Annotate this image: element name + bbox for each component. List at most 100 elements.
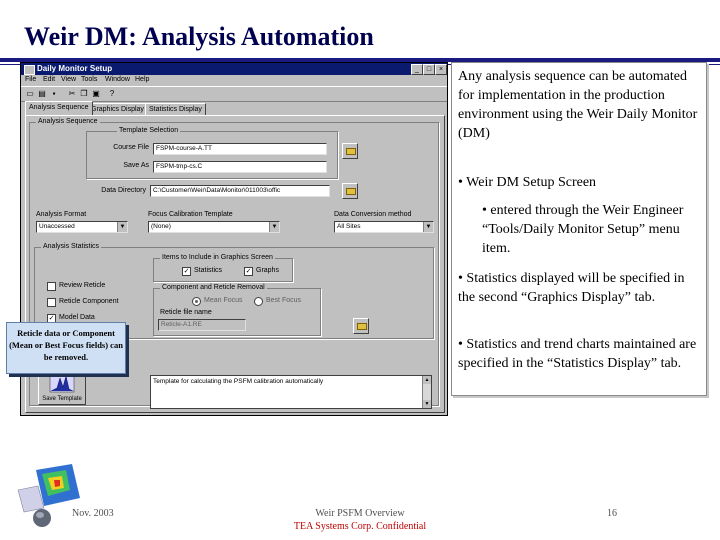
toolbar: ▭ ▤ ▪ ✂ ❐ ▣ ? — [21, 86, 447, 102]
description-text: Template for calculating the PSFM calibr… — [153, 378, 324, 385]
bullet-text: Statistics and trend charts maintained a… — [458, 337, 697, 371]
scroll-down-icon[interactable]: ▼ — [423, 400, 431, 408]
open-icon[interactable]: ▤ — [37, 89, 47, 99]
minimize-button[interactable]: _ — [411, 64, 423, 75]
review-reticle-checkbox[interactable] — [47, 282, 56, 291]
browse-data-directory-button[interactable] — [342, 183, 358, 199]
analysis-format-value: Unaccessed — [39, 223, 75, 230]
review-reticle-label: Review Reticle — [59, 282, 106, 289]
component-removal-group: Component and Reticle Removal Mean Focus… — [153, 284, 321, 336]
template-selection-group: Template Selection Course File FSPM-cour… — [86, 127, 338, 179]
window-title: Daily Monitor Setup — [37, 64, 113, 73]
bullet-item-graphics-display: • Statistics displayed will be specified… — [458, 269, 702, 307]
copy-icon[interactable]: ❐ — [79, 89, 89, 99]
bullet-text: Weir DM Setup Screen — [466, 175, 597, 190]
bullet-text: Any analysis sequence can be automated f… — [458, 69, 698, 141]
course-file-label: Course File — [113, 144, 149, 151]
statistics-checkbox[interactable]: ✓ — [182, 267, 191, 276]
data-directory-label: Data Directory — [101, 187, 146, 194]
bullet-item-menu-entry: • entered through the Weir Engineer “Too… — [482, 201, 700, 258]
focus-calibration-value: (None) — [151, 223, 171, 230]
analysis-statistics-label: Analysis Statistics — [41, 243, 102, 250]
cut-icon[interactable]: ✂ — [67, 89, 77, 99]
analysis-format-select[interactable]: Unaccessed ▼ — [36, 221, 128, 233]
new-icon[interactable]: ▭ — [25, 89, 35, 99]
company-logo — [17, 464, 80, 527]
browse-course-file-button[interactable] — [342, 143, 358, 159]
folder-icon — [346, 188, 356, 195]
help-icon[interactable]: ? — [107, 89, 117, 99]
bullet-item-intro: Any analysis sequence can be automated f… — [458, 67, 702, 143]
memo-scrollbar[interactable]: ▲ ▼ — [422, 376, 431, 408]
save-as-field[interactable]: FSPM-tmp-cs.C — [153, 161, 327, 173]
data-directory-field[interactable]: C:\Customer\Weir\Data\Monitor\011003\off… — [150, 185, 330, 197]
focus-calibration-select[interactable]: (None) ▼ — [148, 221, 280, 233]
save-icon[interactable]: ▪ — [49, 89, 59, 99]
model-data-label: Model Data — [59, 314, 95, 321]
graphs-checkbox[interactable]: ✓ — [244, 267, 253, 276]
data-conversion-select[interactable]: All Sites ▼ — [334, 221, 434, 233]
save-template-button[interactable]: Save Template — [38, 369, 86, 405]
maximize-button[interactable]: □ — [423, 64, 435, 75]
bullet-glyph: • — [458, 271, 463, 286]
footer-confidential: TEA Systems Corp. Confidential — [293, 521, 427, 532]
page-number: 16 — [607, 508, 617, 519]
bullet-item-setup-screen: • Weir DM Setup Screen — [458, 173, 702, 192]
scroll-up-icon[interactable]: ▲ — [423, 376, 431, 384]
footer-date: Nov. 2003 — [72, 508, 114, 519]
reticle-callout: Reticle data or Component (Mean or Best … — [6, 322, 126, 374]
bullet-text: Statistics displayed will be specified i… — [458, 271, 685, 305]
course-file-field[interactable]: FSPM-course-A.TT — [153, 143, 327, 155]
menu-bar: File Edit View Tools Window Help — [21, 75, 447, 86]
tab-statistics-display[interactable]: Statistics Display — [145, 103, 206, 115]
bullet-item-statistics-display: • Statistics and trend charts maintained… — [458, 335, 702, 373]
template-selection-label: Template Selection — [117, 127, 181, 134]
app-icon — [24, 65, 35, 75]
statistics-label: Statistics — [194, 267, 223, 274]
graphs-label: Graphs — [256, 267, 279, 274]
bullet-text-box: Any analysis sequence can be automated f… — [451, 62, 707, 396]
bullet-text: entered through the Weir Engineer “Tools… — [482, 203, 684, 256]
paste-icon[interactable]: ▣ — [91, 89, 101, 99]
footer-title: Weir PSFM Overview — [315, 508, 405, 519]
bullet-glyph: • — [458, 337, 463, 352]
menu-help[interactable]: Help — [135, 76, 149, 83]
slide-title: Weir DM: Analysis Automation — [24, 22, 374, 51]
reticle-component-checkbox[interactable] — [47, 298, 56, 307]
reticle-file-label: Reticle file name — [160, 309, 212, 316]
close-button[interactable]: × — [435, 64, 447, 75]
chevron-down-icon: ▼ — [269, 222, 279, 232]
reticle-file-field[interactable]: Reticle-A1.RE — [158, 319, 246, 331]
data-conversion-label: Data Conversion method — [334, 211, 412, 218]
analysis-sequence-group-label: Analysis Sequence — [36, 118, 100, 125]
component-removal-label: Component and Reticle Removal — [160, 284, 267, 291]
reticle-component-label: Reticle Component — [59, 298, 119, 305]
bullet-glyph: • — [458, 175, 463, 190]
best-focus-label: Best Focus — [266, 297, 302, 304]
include-items-label: Items to Include in Graphics Screen — [160, 254, 275, 261]
save-template-label: Save Template — [42, 396, 82, 402]
folder-icon — [346, 148, 356, 155]
include-items-group: Items to Include in Graphics Screen ✓ St… — [153, 254, 293, 282]
menu-view[interactable]: View — [61, 76, 76, 83]
window-titlebar[interactable]: Daily Monitor Setup _ □ × — [21, 63, 447, 75]
focus-calibration-label: Focus Calibration Template — [148, 211, 233, 218]
bullet-glyph: • — [482, 203, 487, 218]
mean-focus-label: Mean Focus — [204, 297, 243, 304]
menu-window[interactable]: Window — [105, 76, 130, 83]
description-memo[interactable]: Template for calculating the PSFM calibr… — [150, 375, 432, 409]
menu-tools[interactable]: Tools — [81, 76, 97, 83]
menu-edit[interactable]: Edit — [43, 76, 55, 83]
mean-focus-radio[interactable] — [192, 297, 201, 306]
best-focus-radio[interactable] — [254, 297, 263, 306]
chevron-down-icon: ▼ — [117, 222, 127, 232]
menu-file[interactable]: File — [25, 76, 36, 83]
data-conversion-value: All Sites — [337, 223, 361, 230]
tab-graphics-display[interactable]: Graphics Display — [87, 103, 148, 115]
tab-analysis-sequence[interactable]: Analysis Sequence — [25, 101, 93, 115]
analysis-format-label: Analysis Format — [36, 211, 87, 218]
chevron-down-icon: ▼ — [423, 222, 433, 232]
browse-reticle-file-button[interactable] — [353, 318, 369, 334]
save-as-label: Save As — [123, 162, 149, 169]
folder-icon — [357, 323, 367, 330]
